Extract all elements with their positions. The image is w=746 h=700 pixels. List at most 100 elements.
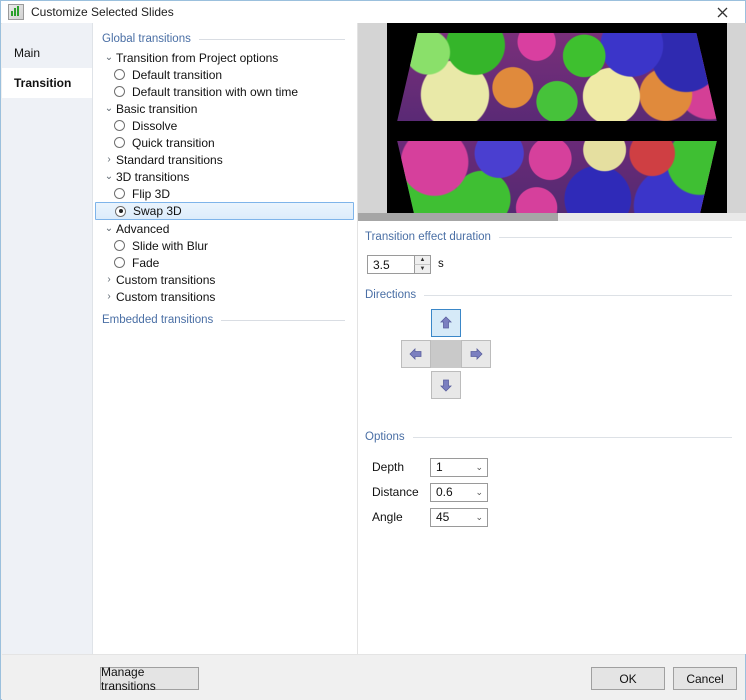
tree-item-fade[interactable]: Fade <box>93 254 357 271</box>
radio-icon[interactable] <box>114 69 125 80</box>
options-section: Options Depth 1 ⌄ Distance 0.6 ⌄ Angle 4… <box>358 431 746 561</box>
option-label-angle: Angle <box>372 510 403 524</box>
section-rule <box>424 294 732 296</box>
tree-item-label: Swap 3D <box>133 204 182 218</box>
transition-preview[interactable] <box>358 23 746 221</box>
tree-item-flip-3d[interactable]: Flip 3D <box>93 185 357 202</box>
chevron-down-icon: ⌄ <box>104 51 114 63</box>
dialog-footer: Manage transitions OK Cancel <box>2 654 745 700</box>
tree-group-3d-transitions[interactable]: ⌄ 3D transitions <box>93 168 357 185</box>
option-row-angle: Angle 45 ⌄ <box>372 506 488 528</box>
spin-up-icon[interactable]: ▲ <box>414 256 430 265</box>
chevron-down-icon: ⌄ <box>475 511 483 522</box>
ok-button[interactable]: OK <box>591 667 665 690</box>
section-rule <box>221 319 345 321</box>
depth-dropdown[interactable]: 1 ⌄ <box>430 457 488 477</box>
section-header-global-transitions-label: Global transitions <box>102 33 191 45</box>
section-rule <box>412 436 732 438</box>
tree-group-transition-from-project-options[interactable]: ⌄ Transition from Project options <box>93 49 357 66</box>
radio-icon[interactable] <box>114 86 125 97</box>
spin-down-icon[interactable]: ▼ <box>414 265 430 273</box>
chevron-down-icon: ⌄ <box>475 461 483 472</box>
tree-item-label: Flip 3D <box>132 186 171 201</box>
spinner-buttons[interactable]: ▲ ▼ <box>414 256 430 273</box>
horizontal-scrollbar[interactable] <box>358 213 746 221</box>
tree-item-default-transition[interactable]: Default transition <box>93 66 357 83</box>
radio-icon[interactable] <box>114 240 125 251</box>
section-header-global-transitions: Global transitions <box>102 33 345 45</box>
title-bar: Customize Selected Slides <box>1 1 745 24</box>
tree-item-label: Default transition with own time <box>132 84 299 99</box>
distance-value: 0.6 <box>436 485 453 499</box>
chevron-right-icon: › <box>107 290 111 302</box>
radio-icon-selected[interactable] <box>115 205 126 217</box>
transition-settings-panel: Transition effect duration 3.5 ▲ ▼ s Dir… <box>358 23 746 654</box>
direction-center-button[interactable] <box>431 340 461 368</box>
section-header-options: Options <box>365 431 732 443</box>
tree-item-dissolve[interactable]: Dissolve <box>93 117 357 134</box>
tab-main[interactable]: Main <box>2 38 92 68</box>
direction-pad <box>401 309 491 399</box>
tree-item-quick-transition[interactable]: Quick transition <box>93 134 357 151</box>
tree-group-custom-transitions-2[interactable]: › Custom transitions <box>93 288 357 305</box>
radio-icon[interactable] <box>114 137 125 148</box>
transitions-tree: ⌄ Transition from Project options Defaul… <box>93 49 357 305</box>
section-rule <box>198 38 345 40</box>
distance-dropdown[interactable]: 0.6 ⌄ <box>430 482 488 502</box>
tree-item-label: Quick transition <box>132 135 215 150</box>
direction-up-button[interactable] <box>431 309 461 337</box>
angle-value: 45 <box>436 510 450 524</box>
manage-transitions-button[interactable]: Manage transitions <box>100 664 199 693</box>
tree-item-label: Fade <box>132 255 160 270</box>
chevron-right-icon: › <box>107 153 111 165</box>
option-row-depth: Depth 1 ⌄ <box>372 456 488 478</box>
option-label-distance: Distance <box>372 485 419 499</box>
tree-item-swap-3d[interactable]: Swap 3D <box>95 202 354 220</box>
radio-icon[interactable] <box>114 188 125 199</box>
tree-group-custom-transitions-1[interactable]: › Custom transitions <box>93 271 357 288</box>
tab-transition[interactable]: Transition <box>2 68 92 98</box>
direction-right-button[interactable] <box>461 340 491 368</box>
chevron-down-icon: ⌄ <box>104 170 114 182</box>
duration-spinner[interactable]: 3.5 ▲ ▼ <box>367 255 431 274</box>
direction-left-button[interactable] <box>401 340 431 368</box>
cancel-label: Cancel <box>686 671 724 686</box>
dialog-content: Global transitions ⌄ Transition from Pro… <box>92 23 746 654</box>
chevron-right-icon: › <box>107 273 111 285</box>
close-icon[interactable] <box>699 1 745 23</box>
arrow-left-icon <box>409 348 422 360</box>
radio-icon[interactable] <box>114 120 125 131</box>
option-label-depth: Depth <box>372 460 405 474</box>
preview-image-top-half <box>397 33 717 121</box>
section-header-directions: Directions <box>365 289 732 301</box>
section-header-embedded-transitions-label: Embedded transitions <box>102 314 214 326</box>
tree-item-slide-with-blur[interactable]: Slide with Blur <box>93 237 357 254</box>
arrow-right-icon <box>470 348 483 360</box>
window-title: Customize Selected Slides <box>31 5 174 19</box>
tree-group-basic-transition[interactable]: ⌄ Basic transition <box>93 100 357 117</box>
tree-item-label: Slide with Blur <box>132 238 209 253</box>
duration-section: Transition effect duration 3.5 ▲ ▼ s <box>358 231 746 291</box>
preview-image-bottom-half <box>397 141 717 213</box>
manage-transitions-label: Manage transitions <box>101 664 156 693</box>
directions-section: Directions <box>358 289 746 439</box>
angle-dropdown[interactable]: 45 ⌄ <box>430 507 488 527</box>
scrollbar-thumb[interactable] <box>358 213 558 221</box>
transitions-tree-panel: Global transitions ⌄ Transition from Pro… <box>93 23 357 654</box>
duration-value[interactable]: 3.5 <box>368 258 390 272</box>
chart-green-icon <box>8 4 24 20</box>
radio-icon[interactable] <box>114 257 125 268</box>
tree-item-label: Standard transitions <box>116 152 223 167</box>
tree-group-standard-transitions[interactable]: › Standard transitions <box>93 151 357 168</box>
section-header-directions-label: Directions <box>365 289 417 301</box>
chevron-down-icon: ⌄ <box>475 486 483 497</box>
duration-unit: s <box>438 258 444 270</box>
tree-group-advanced[interactable]: ⌄ Advanced <box>93 220 357 237</box>
preview-stage <box>387 23 727 213</box>
direction-down-button[interactable] <box>431 371 461 399</box>
tab-main-label: Main <box>14 46 41 60</box>
section-header-options-label: Options <box>365 431 405 443</box>
cancel-button[interactable]: Cancel <box>673 667 737 690</box>
tree-item-default-transition-with-own-time[interactable]: Default transition with own time <box>93 83 357 100</box>
ok-label: OK <box>619 671 637 686</box>
